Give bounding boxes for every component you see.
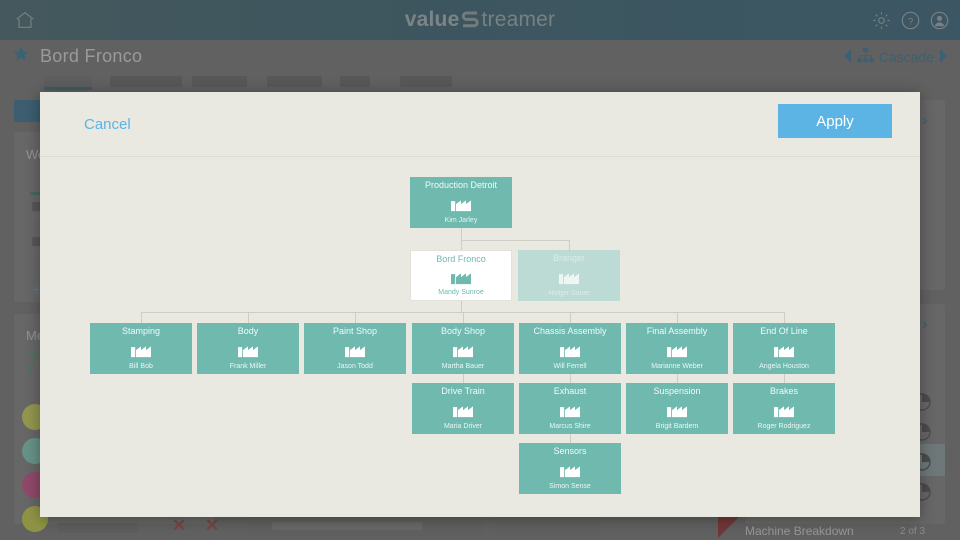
org-node-person: Simon Sense (549, 483, 591, 490)
org-node[interactable]: Branger Holger Sauer (518, 250, 620, 301)
connector-line (784, 312, 785, 323)
factory-icon (450, 270, 472, 285)
factory-icon (450, 197, 472, 212)
connector-line (461, 240, 462, 250)
factory-icon (773, 403, 795, 418)
cascade-dialog: Cancel Apply Production Detroit Kim Jarle… (40, 92, 920, 517)
connector-line (463, 374, 464, 383)
apply-button[interactable]: Apply (778, 104, 892, 138)
org-node[interactable]: Exhaust Marcus Shire (519, 383, 621, 434)
org-chart-canvas: Production Detroit Kim Jarley Bord Fronco M… (40, 157, 920, 515)
org-node-title: Paint Shop (332, 326, 378, 336)
factory-icon (452, 343, 474, 358)
factory-icon (130, 343, 152, 358)
org-node[interactable]: Body Shop Martha Bauer (412, 323, 514, 374)
org-node[interactable]: Brakes Roger Rodriguez (733, 383, 835, 434)
org-node-title: Production Detroit (424, 180, 498, 190)
org-node-person: Marianne Weber (651, 363, 703, 370)
org-node-title: Suspension (653, 386, 701, 396)
org-node-person: Angela Houston (759, 363, 809, 370)
org-node[interactable]: Stamping Bill Bob (90, 323, 192, 374)
org-node[interactable]: Chassis Assembly Will Ferrell (519, 323, 621, 374)
org-node-title: End Of Line (760, 326, 808, 336)
org-node[interactable]: Bord Fronco Mandy Sunroe (410, 250, 512, 301)
connector-line (461, 301, 462, 312)
org-node[interactable]: Body Frank Miller (197, 323, 299, 374)
org-node-person: Bill Bob (129, 363, 153, 370)
org-node-title: Final Assembly (646, 326, 708, 336)
factory-icon (666, 343, 688, 358)
org-node[interactable]: Final Assembly Marianne Weber (626, 323, 728, 374)
cancel-button[interactable]: Cancel (84, 116, 131, 133)
org-node-person: Marcus Shire (549, 423, 591, 430)
connector-line (463, 312, 464, 323)
org-node-title: Bord Fronco (436, 254, 486, 264)
connector-line (570, 312, 571, 323)
connector-line (570, 434, 571, 443)
org-node-title: Exhaust (553, 386, 587, 396)
connector-line (677, 312, 678, 323)
connector-line (570, 374, 571, 383)
connector-line (141, 312, 142, 323)
org-node-title: Stamping (121, 326, 161, 336)
connector-line (248, 312, 249, 323)
org-node-person: Kim Jarley (444, 217, 478, 224)
org-node-title: Body Shop (440, 326, 486, 336)
org-node-person: Holger Sauer (548, 290, 590, 297)
connector-line (677, 374, 678, 383)
org-node-person: Will Ferrell (553, 363, 587, 370)
org-node-title: Drive Train (441, 386, 485, 396)
org-node-person: Roger Rodriguez (757, 423, 811, 430)
factory-icon (559, 463, 581, 478)
connector-line (461, 228, 462, 240)
org-node[interactable]: Paint Shop Jason Todd (304, 323, 406, 374)
org-node-title: Branger (552, 253, 586, 263)
org-node[interactable]: End Of Line Angela Houston (733, 323, 835, 374)
org-node[interactable]: Production Detroit Kim Jarley (410, 177, 512, 228)
org-node-person: Maria Driver (443, 423, 483, 430)
factory-icon (559, 403, 581, 418)
factory-icon (559, 343, 581, 358)
connector-line (355, 312, 356, 323)
factory-icon (666, 403, 688, 418)
org-node[interactable]: Suspension Brigit Bardem (626, 383, 728, 434)
dialog-header: Cancel Apply (40, 92, 920, 157)
factory-icon (237, 343, 259, 358)
factory-icon (773, 343, 795, 358)
factory-icon (344, 343, 366, 358)
connector-line (784, 374, 785, 383)
org-node-title: Chassis Assembly (533, 326, 607, 336)
org-node-person: Frank Miller (229, 363, 267, 370)
org-node-person: Brigit Bardem (655, 423, 699, 430)
org-node[interactable]: Sensors Simon Sense (519, 443, 621, 494)
connector-line (569, 240, 570, 250)
org-node-title: Body (237, 326, 259, 336)
connector-line (461, 240, 569, 241)
org-node[interactable]: Drive Train Maria Driver (412, 383, 514, 434)
org-node-title: Sensors (553, 446, 587, 456)
org-node-person: Mandy Sunroe (438, 289, 484, 296)
factory-icon (452, 403, 474, 418)
app-window: value treamer ? Bord Fronco Cascade We +… (0, 0, 960, 540)
factory-icon (558, 270, 580, 285)
org-node-person: Martha Bauer (441, 363, 485, 370)
org-node-title: Brakes (769, 386, 798, 396)
org-node-person: Jason Todd (337, 363, 373, 370)
